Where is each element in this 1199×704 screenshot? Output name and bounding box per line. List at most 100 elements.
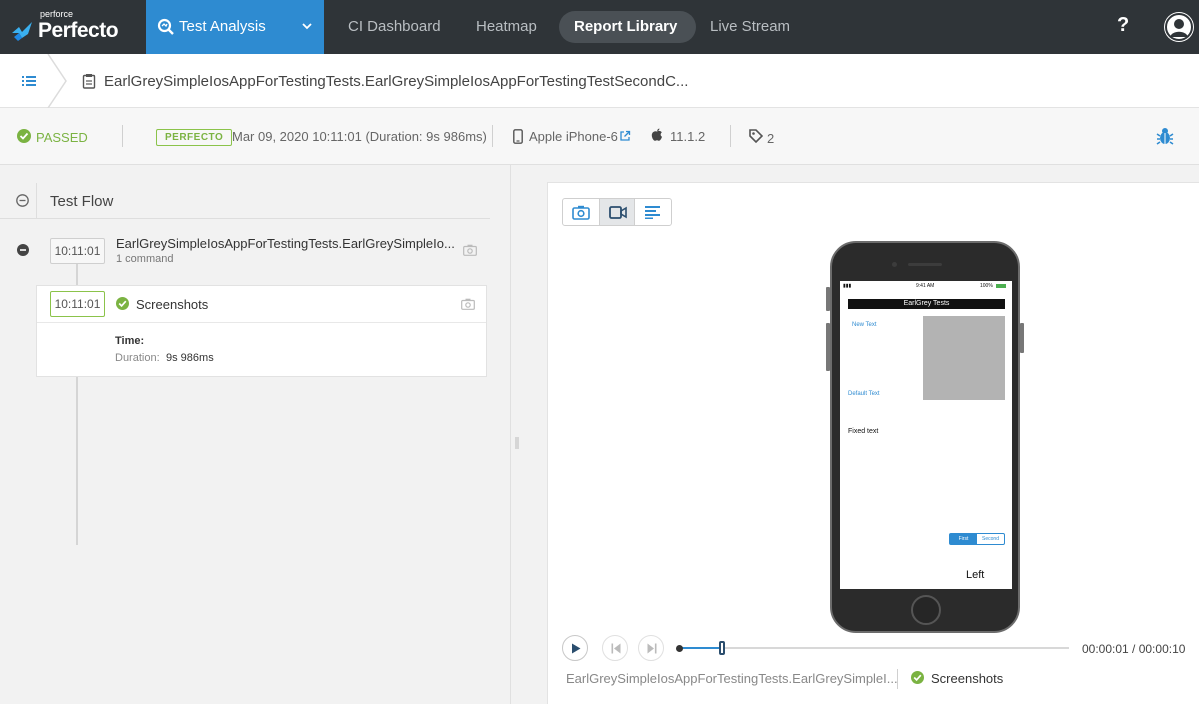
page-title: EarlGreySimpleIosAppForTestingTests.Earl…: [104, 73, 689, 90]
nav-ci-dashboard[interactable]: CI Dashboard: [348, 18, 441, 35]
collapse-all-icon[interactable]: [16, 194, 29, 207]
battery-level: 100%: [980, 283, 993, 289]
test-flow-title: Test Flow: [50, 193, 114, 210]
play-icon: [572, 643, 581, 654]
check-circle-icon: [116, 297, 129, 310]
command-time: 10:11:01: [50, 291, 105, 317]
log-view-button[interactable]: [635, 199, 671, 225]
signal-icon: ▮▮▮: [843, 283, 852, 289]
skip-back-icon: [611, 643, 621, 654]
top-navbar: perforce Perfecto Test Analysis CI Dashb…: [0, 0, 1199, 54]
video-camera-icon: [609, 206, 627, 219]
brand-small: perforce: [40, 9, 74, 19]
timeline-scrubber[interactable]: [719, 641, 725, 655]
video-view-button[interactable]: [599, 199, 635, 225]
list-icon[interactable]: [22, 74, 38, 88]
step-forward-button[interactable]: [638, 635, 664, 661]
user-icon: [1165, 13, 1193, 41]
breadcrumb-separator: [47, 54, 67, 108]
external-link-icon[interactable]: [619, 130, 631, 142]
perfecto-logo-icon: [12, 22, 32, 41]
segmented-control: First Second: [949, 533, 1005, 545]
camera-icon[interactable]: [461, 298, 475, 310]
group-time: 10:11:01: [50, 238, 105, 264]
command-name: Screenshots: [136, 297, 209, 312]
test-flow-header: Test Flow: [0, 165, 490, 219]
divider: [492, 125, 493, 147]
perfecto-badge: PERFECTO: [156, 129, 233, 146]
time-label: Time:: [115, 335, 145, 347]
divider: [897, 669, 898, 689]
duration-label: Duration:: [115, 352, 160, 364]
perfecto-logo[interactable]: perforce Perfecto: [0, 0, 146, 54]
camera-icon: [572, 205, 590, 220]
chevron-down-icon[interactable]: [301, 21, 313, 31]
device-screen[interactable]: 9:41 AM ▮▮▮ 100% EarlGrey Tests New Text…: [840, 281, 1012, 589]
tags-count[interactable]: 2: [767, 131, 774, 146]
duration-value: 9s 986ms: [166, 352, 214, 364]
divider: [36, 183, 37, 219]
nav-live-stream[interactable]: Live Stream: [710, 18, 790, 35]
collapse-group-icon[interactable]: [17, 244, 29, 256]
device-frame: 9:41 AM ▮▮▮ 100% EarlGrey Tests New Text…: [830, 241, 1020, 633]
video-timeline[interactable]: [679, 647, 1069, 649]
test-flow-panel: Test Flow 10:11:01 EarlGreySimpleIosAppF…: [0, 165, 510, 704]
nav-test-analysis-label: Test Analysis: [179, 18, 266, 35]
side-button: [1020, 323, 1024, 353]
user-avatar[interactable]: [1164, 12, 1194, 42]
bug-icon[interactable]: [1155, 126, 1175, 146]
view-mode-toggle: [562, 198, 672, 226]
nav-report-library-label: Report Library: [574, 18, 678, 35]
segment-second[interactable]: Second: [977, 534, 1004, 544]
tag-icon[interactable]: [749, 129, 763, 143]
media-viewer: 9:41 AM ▮▮▮ 100% EarlGrey Tests New Text…: [547, 182, 1199, 704]
panel-splitter[interactable]: [510, 165, 511, 704]
nav-report-library[interactable]: Report Library: [559, 11, 696, 43]
breadcrumb: EarlGreySimpleIosAppForTestingTests.Earl…: [0, 54, 1199, 108]
current-test-name: EarlGreySimpleIosAppForTestingTests.Earl…: [566, 671, 898, 686]
divider: [122, 125, 123, 147]
front-camera: [892, 262, 897, 267]
check-circle-icon: [911, 671, 924, 684]
analysis-search-icon: [157, 18, 174, 35]
current-step-name: Screenshots: [931, 671, 1004, 686]
status-badge: PASSED: [36, 130, 88, 145]
clipboard-icon: [82, 74, 96, 89]
command-row[interactable]: 10:11:01 Screenshots: [37, 286, 486, 323]
step-back-button[interactable]: [602, 635, 628, 661]
left-label: Left: [966, 569, 985, 581]
skip-forward-icon: [647, 643, 657, 654]
battery-icon: [996, 284, 1006, 288]
device-nav-title: EarlGrey Tests: [903, 300, 950, 307]
camera-icon[interactable]: [463, 244, 477, 256]
group-command-count: 1 command: [116, 253, 174, 265]
default-text-label[interactable]: Default Text: [848, 391, 880, 397]
check-circle-icon: [17, 129, 31, 143]
apple-icon: [651, 128, 662, 141]
device-status-time: 9:41 AM: [916, 283, 935, 289]
timeline-start-marker: [676, 645, 683, 652]
help-button[interactable]: ?: [1117, 14, 1129, 37]
segment-first[interactable]: First: [950, 534, 977, 544]
drag-handle-icon[interactable]: [515, 437, 519, 449]
device-name: Apple iPhone-6: [529, 129, 618, 144]
os-version: 11.1.2: [670, 129, 706, 144]
screenshot-view-button[interactable]: [563, 199, 599, 225]
command-card[interactable]: 10:11:01 Screenshots Time: Duration: 9s …: [36, 285, 487, 377]
image-placeholder: [923, 316, 1005, 400]
side-button: [826, 323, 830, 371]
test-status-bar: PASSED PERFECTO Mar 09, 2020 10:11:01 (D…: [0, 108, 1199, 165]
earpiece: [908, 263, 942, 266]
video-time: 00:00:01 / 00:00:10: [1082, 642, 1186, 656]
nav-test-analysis[interactable]: Test Analysis: [146, 0, 324, 54]
mobile-device-icon: [513, 129, 523, 144]
timeline-progress: [679, 647, 722, 649]
brand-name: Perfecto: [38, 19, 119, 42]
divider: [730, 125, 731, 147]
play-button[interactable]: [562, 635, 588, 661]
text-lines-icon: [645, 206, 660, 219]
nav-heatmap[interactable]: Heatmap: [476, 18, 537, 35]
fixed-text-label: Fixed text: [848, 428, 879, 435]
new-text-label[interactable]: New Text: [852, 322, 877, 328]
group-name[interactable]: EarlGreySimpleIosAppForTestingTests.Earl…: [116, 236, 455, 251]
